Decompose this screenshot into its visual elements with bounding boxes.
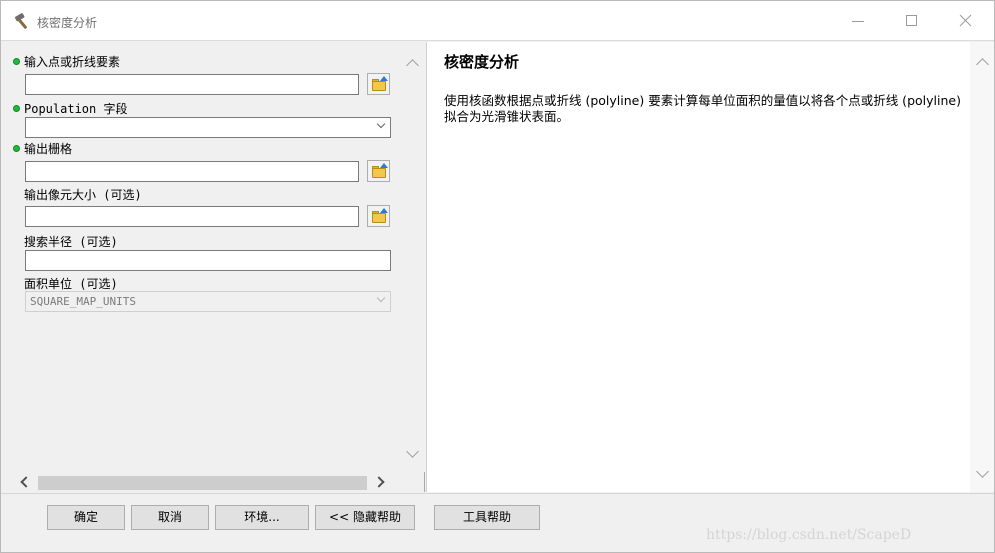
chevron-down-icon <box>376 293 386 303</box>
scroll-up-icon[interactable] <box>976 58 989 71</box>
scroll-right-icon[interactable] <box>373 476 385 488</box>
parameters-horizontal-scrollbar[interactable] <box>6 473 400 492</box>
help-description: 使用核函数根据点或折线 (polyline) 要素计算每单位面积的量值以将各个点… <box>444 93 961 124</box>
help-vertical-scrollbar[interactable] <box>970 42 994 492</box>
hammer-icon <box>14 13 27 29</box>
input-features-label: 输入点或折线要素 <box>24 55 121 69</box>
required-indicator-icon <box>13 145 20 152</box>
cell-size-label: 输出像元大小 (可选) <box>24 188 142 202</box>
ok-button[interactable]: 确定 <box>47 505 125 530</box>
button-bar: 确定 取消 环境... << 隐藏帮助 工具帮助 https://blog.cs… <box>1 493 994 552</box>
horizontal-scroll-thumb[interactable] <box>38 476 367 490</box>
help-panel: 核密度分析 使用核函数根据点或折线 (polyline) 要素计算每单位面积的量… <box>426 42 994 492</box>
parameters-panel: 输入点或折线要素 Population 字段 输出栅格 输出像元大小 (可选) … <box>6 42 425 492</box>
chevron-down-icon <box>376 119 386 129</box>
minimize-button[interactable] <box>836 1 880 41</box>
output-raster-label: 输出栅格 <box>24 142 73 156</box>
cell-size-browse-button[interactable] <box>367 205 390 227</box>
scroll-left-icon[interactable] <box>20 476 32 488</box>
area-units-select[interactable]: SQUARE_MAP_UNITS <box>25 291 391 312</box>
parameters-vertical-scrollbar[interactable] <box>400 42 425 472</box>
help-title: 核密度分析 <box>444 53 520 71</box>
window-title: 核密度分析 <box>37 16 98 30</box>
population-field-label: Population 字段 <box>24 102 128 116</box>
tool-help-button[interactable]: 工具帮助 <box>434 505 540 530</box>
required-indicator-icon <box>13 58 20 65</box>
output-raster-field[interactable] <box>25 161 359 182</box>
watermark: https://blog.csdn.net/ScapeD <box>706 527 912 543</box>
title-bar: 核密度分析 <box>1 1 994 41</box>
close-icon <box>959 14 972 27</box>
minimize-icon <box>852 21 864 22</box>
cell-size-field[interactable] <box>25 206 359 227</box>
input-features-browse-button[interactable] <box>367 73 390 95</box>
required-indicator-icon <box>13 105 20 112</box>
cancel-button[interactable]: 取消 <box>131 505 209 530</box>
output-raster-browse-button[interactable] <box>367 160 390 182</box>
area-units-label: 面积单位 (可选) <box>24 277 118 291</box>
close-button[interactable] <box>944 1 988 41</box>
input-features-field[interactable] <box>25 74 359 95</box>
search-radius-label: 搜索半径 (可选) <box>24 235 118 249</box>
dialog-window: 核密度分析 输入点或折线要素 Population 字段 输出栅格 输出像元大小… <box>0 0 995 553</box>
scroll-down-icon[interactable] <box>406 445 419 458</box>
search-radius-field[interactable] <box>25 250 391 271</box>
environments-button[interactable]: 环境... <box>215 505 309 530</box>
scroll-up-icon[interactable] <box>406 59 419 72</box>
population-field-select[interactable] <box>25 117 391 138</box>
scroll-down-icon[interactable] <box>976 465 989 478</box>
maximize-button[interactable] <box>890 1 934 41</box>
hide-help-button[interactable]: << 隐藏帮助 <box>315 505 415 530</box>
maximize-icon <box>906 15 917 26</box>
